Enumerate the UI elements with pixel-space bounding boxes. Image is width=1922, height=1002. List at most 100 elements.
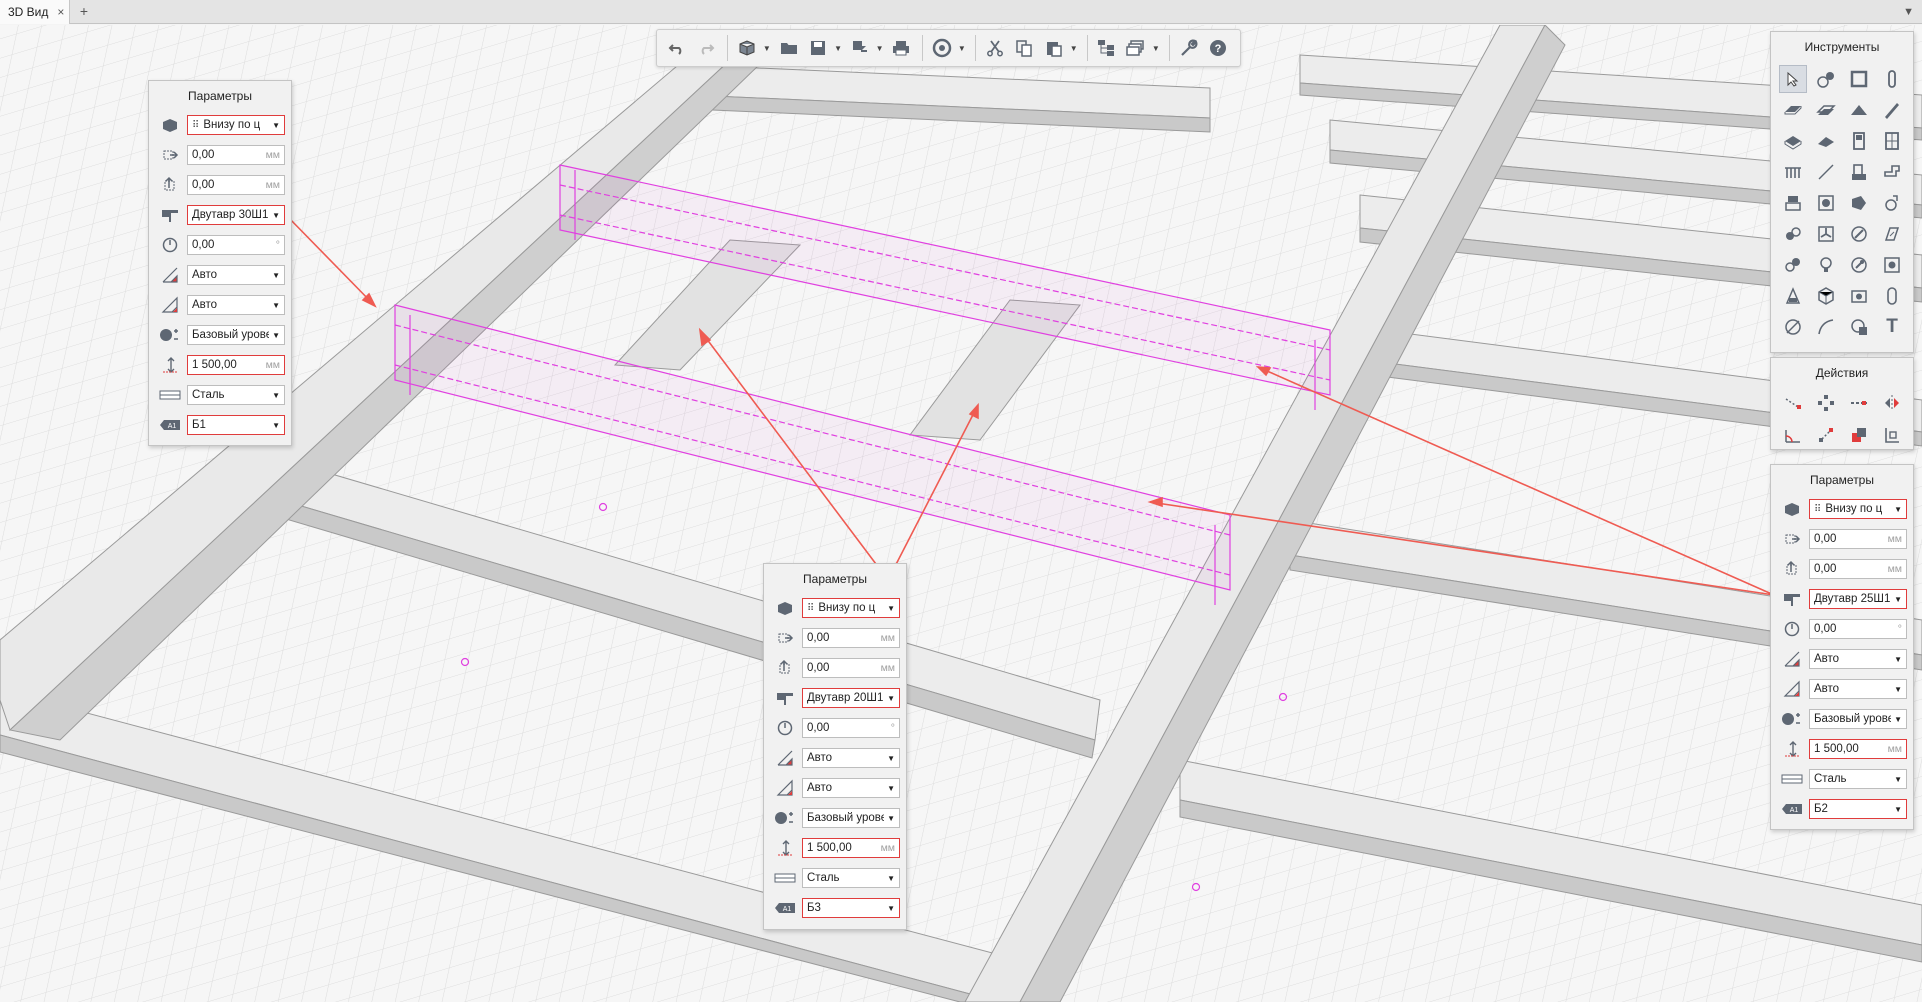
array-action-button[interactable]: [1812, 389, 1840, 417]
export-button[interactable]: [846, 34, 874, 62]
align-action-button[interactable]: [1878, 421, 1906, 449]
camera-tool-button[interactable]: [1845, 282, 1873, 310]
3d-view-button[interactable]: [733, 34, 761, 62]
export-dropdown-icon[interactable]: ▼: [876, 34, 884, 62]
save-dropdown-icon[interactable]: ▼: [834, 34, 842, 62]
undo-button[interactable]: [663, 34, 691, 62]
layers-button[interactable]: [1122, 34, 1150, 62]
redo-button[interactable]: [693, 34, 721, 62]
hatch-tool-button[interactable]: [1845, 313, 1873, 341]
settings-button[interactable]: [1175, 34, 1203, 62]
slab-tool-button[interactable]: [1779, 96, 1807, 124]
fan-tool-button[interactable]: [1812, 220, 1840, 248]
rotation-input[interactable]: 0,00 °: [1809, 619, 1907, 639]
level-select[interactable]: Базовый урове ▼: [802, 808, 900, 828]
hierarchy-button[interactable]: [1093, 34, 1121, 62]
ramp-tool-button[interactable]: [1812, 127, 1840, 155]
material-select[interactable]: Сталь ▼: [187, 385, 285, 405]
lamp-tool-button[interactable]: [1812, 251, 1840, 279]
wall-tool-button[interactable]: [1845, 65, 1873, 93]
copy-action-button[interactable]: [1845, 389, 1873, 417]
end-cut-select[interactable]: Авто ▼: [802, 778, 900, 798]
3d-view-dropdown-icon[interactable]: ▼: [763, 34, 771, 62]
layers-dropdown-icon[interactable]: ▼: [1152, 34, 1160, 62]
electric-panel-tool-button[interactable]: [1779, 251, 1807, 279]
tab-close-icon[interactable]: ×: [57, 5, 64, 19]
tab-3d-view[interactable]: 3D Вид ×: [0, 0, 70, 24]
socket-tool-button[interactable]: [1878, 251, 1906, 279]
mark-select[interactable]: Б2 ▼: [1809, 799, 1907, 819]
equipment-tool-button[interactable]: [1845, 158, 1873, 186]
offset-x-input[interactable]: 0,00 мм: [802, 628, 900, 648]
line-tool-button[interactable]: [1812, 158, 1840, 186]
railing-tool-button[interactable]: [1779, 158, 1807, 186]
placement-select[interactable]: ⠿ Внизу по ц ▼: [1809, 499, 1907, 519]
column-tool-button[interactable]: [1878, 65, 1906, 93]
paste-dropdown-icon[interactable]: ▼: [1070, 34, 1078, 62]
level-select[interactable]: Базовый урове ▼: [1809, 709, 1907, 729]
open-button[interactable]: [775, 34, 803, 62]
select-tool-button[interactable]: [1779, 65, 1807, 93]
cut-button[interactable]: [981, 34, 1009, 62]
dimension-tool-button[interactable]: [1779, 313, 1807, 341]
material-select[interactable]: Сталь ▼: [1809, 769, 1907, 789]
valve-tool-button[interactable]: [1812, 189, 1840, 217]
move-action-button[interactable]: [1779, 389, 1807, 417]
floor-tool-button[interactable]: [1812, 96, 1840, 124]
mark-select[interactable]: Б1 ▼: [187, 415, 285, 435]
offset-y-input[interactable]: 0,00 мм: [1809, 559, 1907, 579]
offset-x-input[interactable]: 0,00 мм: [187, 145, 285, 165]
level-select[interactable]: Базовый урове ▼: [187, 325, 285, 345]
start-cut-select[interactable]: Авто ▼: [187, 265, 285, 285]
height-input[interactable]: 1 500,00 мм: [802, 838, 900, 858]
height-input[interactable]: 1 500,00 мм: [1809, 739, 1907, 759]
profile-select[interactable]: Двутавр 25Ш1 ▼: [1809, 589, 1907, 609]
paste-button[interactable]: [1040, 34, 1068, 62]
stair-tool-button[interactable]: [1779, 127, 1807, 155]
rotation-input[interactable]: 0,00 °: [802, 718, 900, 738]
diffuser-tool-button[interactable]: [1878, 220, 1906, 248]
offset-y-input[interactable]: 0,00 мм: [187, 175, 285, 195]
offset-y-input[interactable]: 0,00 мм: [802, 658, 900, 678]
mark-select[interactable]: Б3 ▼: [802, 898, 900, 918]
plumbing-tool-button[interactable]: [1779, 189, 1807, 217]
tab-menu-chevron-icon[interactable]: ▼: [1903, 0, 1914, 24]
fitting-tool-button[interactable]: [1878, 158, 1906, 186]
add-tab-button[interactable]: +: [76, 0, 92, 24]
duct-tool-button[interactable]: [1845, 220, 1873, 248]
profile-select[interactable]: Двутавр 20Ш1 ▼: [802, 688, 900, 708]
end-cut-select[interactable]: Авто ▼: [187, 295, 285, 315]
start-cut-select[interactable]: Авто ▼: [802, 748, 900, 768]
model-tool-button[interactable]: [1812, 282, 1840, 310]
arc-tool-button[interactable]: [1812, 313, 1840, 341]
offset-action-button[interactable]: [1845, 421, 1873, 449]
start-cut-select[interactable]: Авто ▼: [1809, 649, 1907, 669]
window-tool-button[interactable]: [1878, 127, 1906, 155]
pump-tool-button[interactable]: [1845, 189, 1873, 217]
placement-select[interactable]: ⠿ Внизу по ц ▼: [802, 598, 900, 618]
rotate-action-button[interactable]: [1779, 421, 1807, 449]
sensor-tool-button[interactable]: [1878, 189, 1906, 217]
offset-x-input[interactable]: 0,00 мм: [1809, 529, 1907, 549]
orbit-button[interactable]: [928, 34, 956, 62]
print-button[interactable]: [888, 34, 916, 62]
copy-button[interactable]: [1010, 34, 1038, 62]
orbit-dropdown-icon[interactable]: ▼: [958, 34, 966, 62]
placement-select[interactable]: ⠿ Внизу по ц ▼: [187, 115, 285, 135]
ventilation-tool-button[interactable]: [1779, 220, 1807, 248]
profile-select[interactable]: Двутавр 30Ш1 ▼: [187, 205, 285, 225]
material-select[interactable]: Сталь ▼: [802, 868, 900, 888]
beam-tool-button[interactable]: [1878, 96, 1906, 124]
mirror-action-button[interactable]: [1878, 389, 1906, 417]
door-tool-button[interactable]: [1845, 127, 1873, 155]
end-cut-select[interactable]: Авто ▼: [1809, 679, 1907, 699]
help-button[interactable]: ?: [1204, 34, 1232, 62]
rotation-input[interactable]: 0,00 °: [187, 235, 285, 255]
text-tool-button[interactable]: T: [1878, 313, 1906, 341]
switch-tool-button[interactable]: [1845, 251, 1873, 279]
save-button[interactable]: [804, 34, 832, 62]
section-tool-button[interactable]: [1878, 282, 1906, 310]
roof-tool-button[interactable]: [1845, 96, 1873, 124]
annotation-tool-button[interactable]: [1779, 282, 1807, 310]
height-input[interactable]: 1 500,00 мм: [187, 355, 285, 375]
